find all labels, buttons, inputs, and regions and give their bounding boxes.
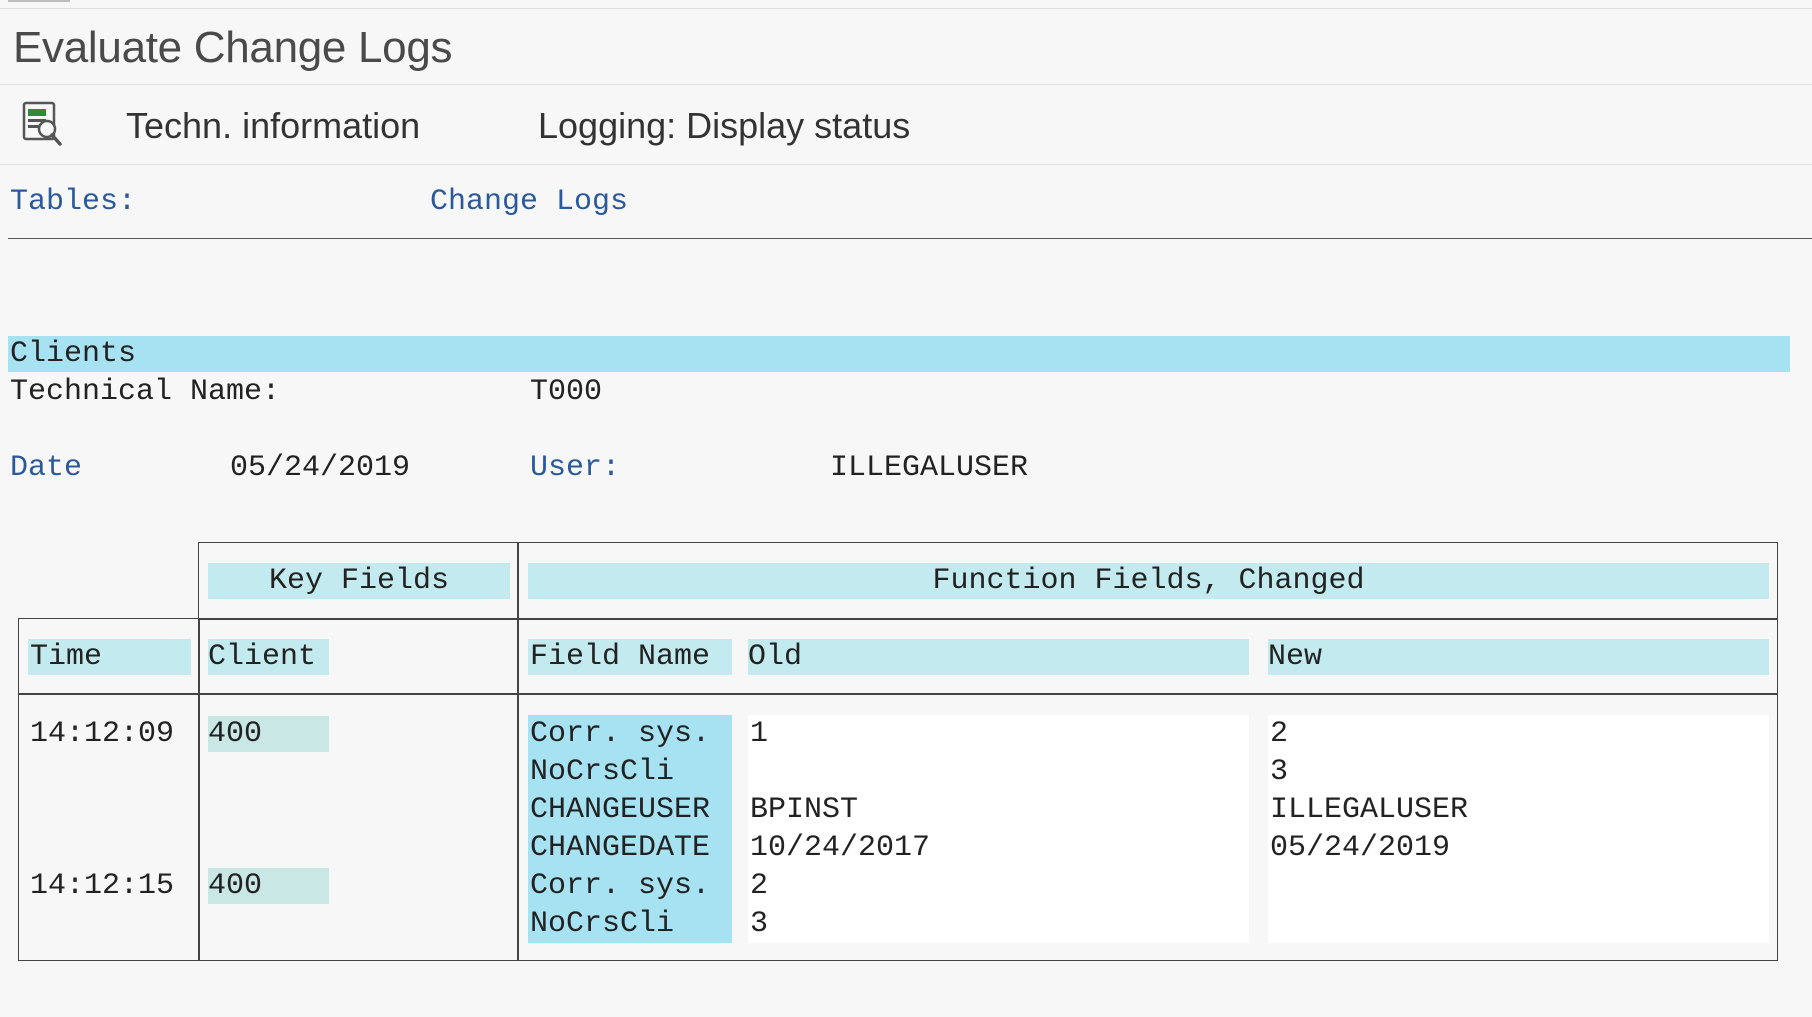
- table-row-field: NoCrsCli: [528, 753, 732, 791]
- group-time: 14:12:15: [30, 869, 175, 903]
- title-divider: [0, 84, 1812, 85]
- table-row-old: 10/24/2017: [750, 831, 931, 865]
- logging-display-status-button[interactable]: Logging: Display status: [538, 102, 910, 150]
- time-key-divider: [198, 618, 200, 961]
- page-title: Evaluate Change Logs: [13, 23, 453, 72]
- table-row-old: 2: [750, 869, 769, 903]
- key-fields-header: Key Fields: [208, 563, 510, 599]
- technical-name-value: T000: [530, 375, 603, 409]
- group-client: 400: [208, 716, 329, 752]
- table-row-old: 3: [750, 907, 769, 941]
- window-top-strip: [0, 0, 1812, 9]
- display-log-icon[interactable]: [20, 100, 64, 148]
- header-separator: [8, 238, 1812, 239]
- table-row-new: 3: [1270, 755, 1289, 789]
- techn-information-button[interactable]: Techn. information: [126, 102, 420, 150]
- user-label: User:: [530, 451, 621, 485]
- date-label: Date: [10, 451, 83, 485]
- col-old[interactable]: Old: [748, 639, 1249, 675]
- table-row-new: 2: [1270, 717, 1289, 751]
- col-field-name[interactable]: Field Name: [528, 639, 732, 675]
- section-title: Clients: [10, 337, 137, 371]
- group-time: 14:12:09: [30, 717, 175, 751]
- col-new[interactable]: New: [1268, 639, 1769, 675]
- key-function-divider: [517, 542, 519, 961]
- column-header-divider: [18, 693, 1778, 695]
- table-row-new: 05/24/2019: [1270, 831, 1451, 865]
- table-row-field: CHANGEUSER: [528, 791, 732, 829]
- table-row-field: Corr. sys.: [528, 867, 732, 905]
- group-client: 400: [208, 868, 329, 904]
- tab-indicator: [8, 0, 70, 2]
- table-row-field: Corr. sys.: [528, 715, 732, 753]
- change-logs-link[interactable]: Change Logs: [430, 182, 628, 222]
- date-value: 05/24/2019: [230, 451, 411, 485]
- technical-name-label: Technical Name:: [10, 375, 281, 409]
- table-row-field: NoCrsCli: [528, 905, 732, 943]
- table-row-old: BPINST: [750, 793, 859, 827]
- table-row-field: CHANGEDATE: [528, 829, 732, 867]
- col-client[interactable]: Client: [208, 639, 329, 675]
- table-row-old: 1: [750, 717, 769, 751]
- toolbar-divider: [0, 164, 1812, 165]
- section-band: [8, 336, 1790, 372]
- tables-link[interactable]: Tables:: [10, 182, 136, 222]
- function-fields-header: Function Fields, Changed: [528, 563, 1769, 599]
- user-value: ILLEGALUSER: [830, 451, 1029, 485]
- col-time[interactable]: Time: [28, 639, 191, 675]
- table-row-new: ILLEGALUSER: [1270, 793, 1469, 827]
